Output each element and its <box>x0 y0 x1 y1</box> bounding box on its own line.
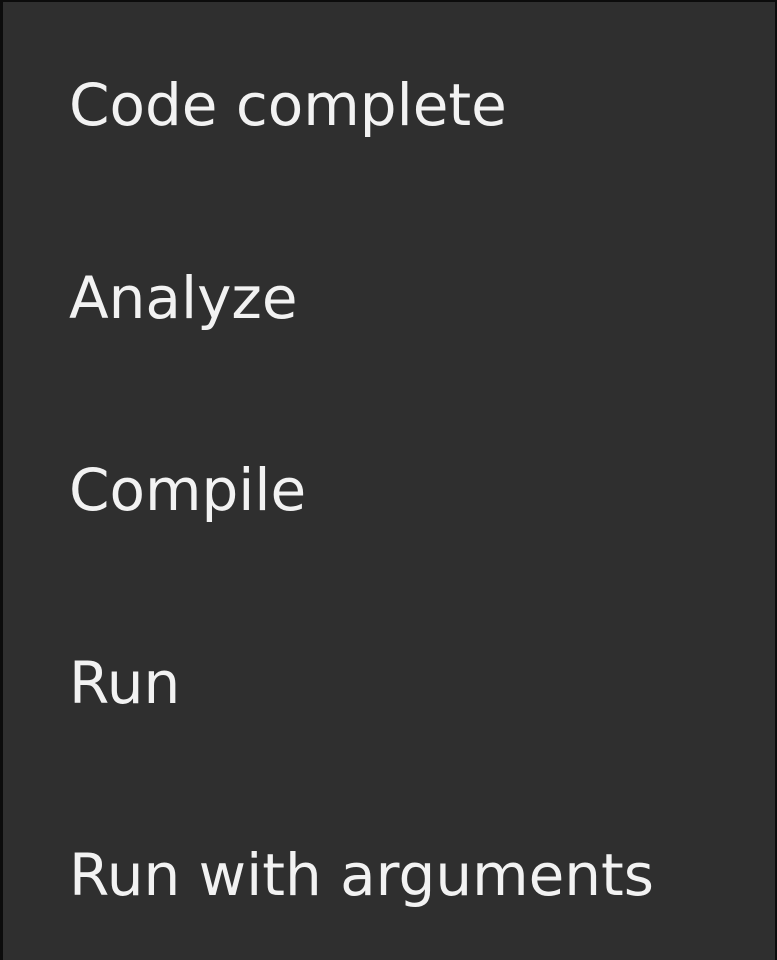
menu-item-run-with-arguments[interactable]: Run with arguments <box>69 815 775 935</box>
menu-item-analyze[interactable]: Analyze <box>69 238 775 358</box>
menu-item-compile[interactable]: Compile <box>69 430 775 550</box>
context-menu: Code complete Analyze Compile Run Run wi… <box>0 0 777 960</box>
menu-item-run[interactable]: Run <box>69 623 775 743</box>
menu-item-code-complete[interactable]: Code complete <box>69 45 775 165</box>
